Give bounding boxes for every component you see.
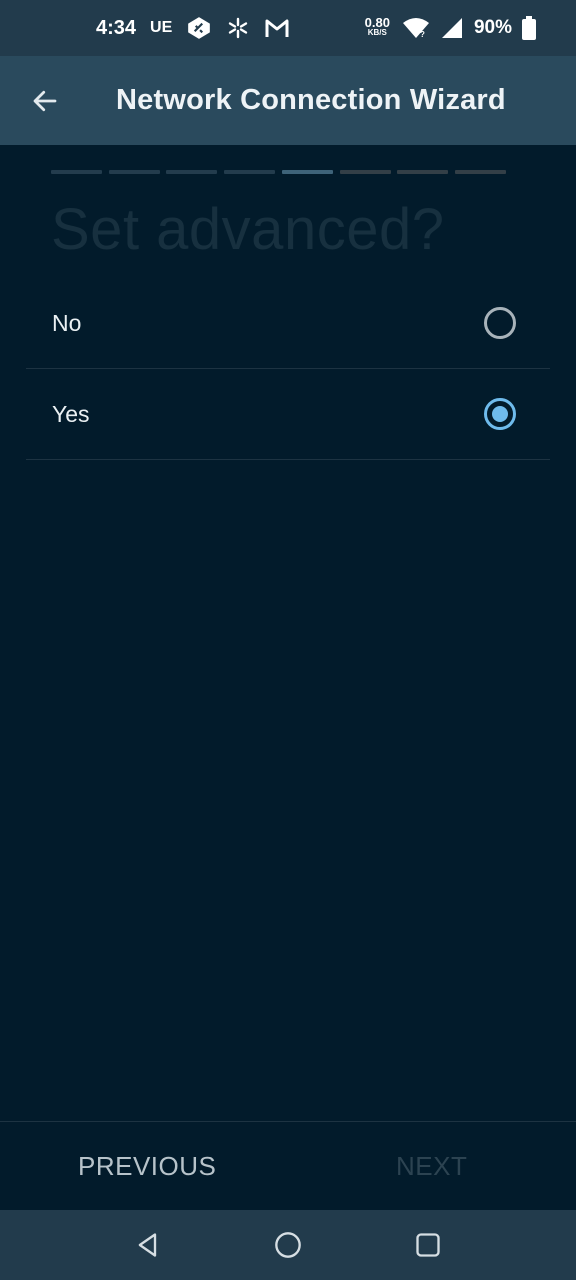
- progress-step: [51, 170, 102, 174]
- progress-step: [339, 170, 391, 174]
- back-button[interactable]: [0, 56, 90, 145]
- status-time: 4:34: [96, 16, 137, 39]
- progress-step: [108, 170, 160, 174]
- system-back-button[interactable]: [128, 1225, 168, 1265]
- radio-button-yes[interactable]: [484, 398, 516, 430]
- battery-icon: [522, 16, 536, 40]
- svg-text:?: ?: [420, 30, 425, 39]
- option-label: Yes: [52, 400, 90, 427]
- system-nav-bar: [0, 1210, 576, 1280]
- progress-step: [397, 170, 449, 174]
- home-circle-icon: [274, 1231, 302, 1259]
- app-bar: Network Connection Wizard: [0, 56, 576, 145]
- option-yes[interactable]: Yes: [26, 369, 550, 460]
- system-recents-button[interactable]: [408, 1225, 448, 1265]
- status-right: 0.80 KB/S ? 90%: [365, 16, 536, 40]
- wizard-footer: PREVIOUS NEXT: [0, 1121, 576, 1210]
- status-left: 4:34 UE: [96, 15, 290, 41]
- option-list: No Yes: [26, 278, 550, 460]
- status-carrier: UE: [150, 19, 173, 36]
- back-triangle-icon: [134, 1231, 162, 1259]
- wizard-progress: [51, 170, 506, 176]
- progress-step-current: [281, 170, 333, 174]
- signal-icon: [440, 17, 464, 39]
- speed-unit: KB/S: [367, 28, 387, 37]
- tag-icon: [186, 15, 212, 41]
- option-no[interactable]: No: [26, 278, 550, 369]
- previous-button[interactable]: PREVIOUS: [78, 1151, 216, 1182]
- wifi-icon: ?: [402, 17, 430, 39]
- page-title: Network Connection Wizard: [116, 84, 506, 116]
- question-heading: Set advanced?: [51, 197, 445, 262]
- progress-step: [166, 170, 218, 174]
- progress-step: [454, 170, 506, 174]
- speed-value: 0.80: [364, 15, 390, 30]
- progress-step: [224, 170, 276, 174]
- radio-button-no[interactable]: [484, 307, 516, 339]
- arrow-left-icon: [30, 86, 60, 116]
- network-speed: 0.80 KB/S: [364, 15, 390, 38]
- system-home-button[interactable]: [268, 1225, 308, 1265]
- option-label: No: [52, 309, 82, 336]
- gmail-icon: [264, 17, 290, 39]
- next-button[interactable]: NEXT: [396, 1151, 467, 1182]
- recents-square-icon: [414, 1231, 442, 1259]
- status-bar: 4:34 UE 0.80 KB/S ? 90%: [0, 0, 576, 56]
- battery-percent: 90%: [473, 17, 512, 38]
- walmart-spark-icon: [226, 16, 250, 40]
- screen: 4:34 UE 0.80 KB/S ? 90% Network Connecti…: [0, 0, 576, 1280]
